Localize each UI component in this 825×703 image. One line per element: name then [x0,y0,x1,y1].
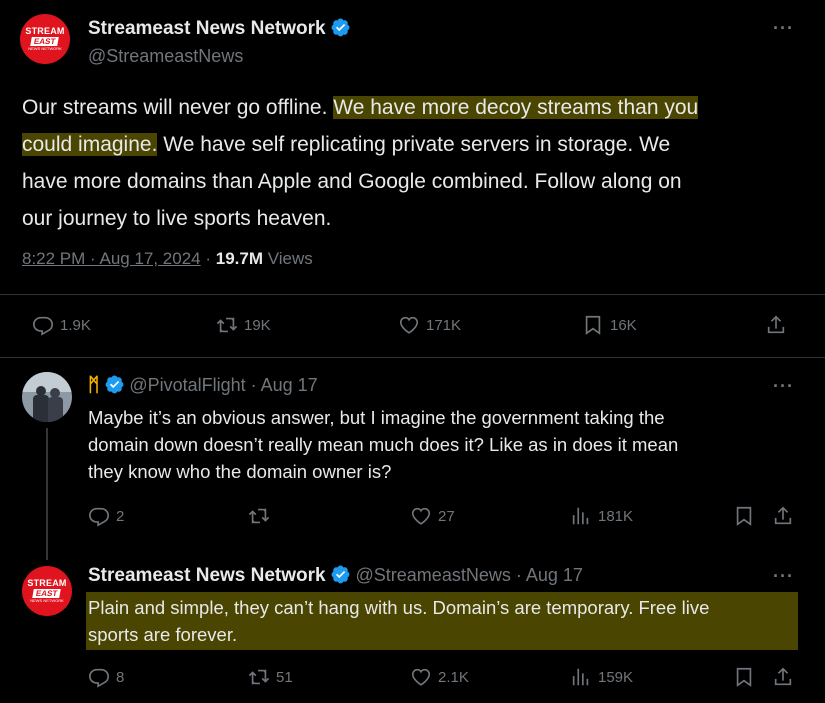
views-count: 19.7M [215,249,263,268]
repost-button[interactable]: 19K [216,314,271,336]
timestamp-link[interactable]: 8:22 PM · Aug 17, 2024 [22,249,201,268]
repost-count: 19K [244,316,271,334]
tweet-text: Our streams will never go offline. We ha… [22,96,699,230]
like-count: 2.1K [438,668,469,686]
avatar[interactable]: STREAM EAST NEWS NETWORK [20,14,70,64]
heart-icon [411,668,431,686]
like-button[interactable]: 27 [410,505,455,527]
highlighted-text: We have more decoy streams than you [333,96,699,119]
analytics-icon [572,507,589,525]
like-button[interactable]: 2.1K [410,666,469,688]
avatar[interactable] [22,372,72,422]
author-name[interactable]: Streameast News Network [88,565,326,586]
reply-date: · Aug 17 [245,375,318,395]
author-name[interactable]: ᛗ [88,375,99,396]
bookmark-button[interactable] [733,666,755,688]
repost-icon [216,317,238,333]
reply-header: ᛗ @PivotalFlight · Aug 17 [88,374,318,397]
views-count: 181K [598,507,634,525]
views-button[interactable]: 159K [570,666,633,688]
reply-count: 8 [116,668,125,686]
reply-text: Maybe it’s an obvious answer, but I imag… [88,407,679,482]
highlighted-text: Plain and simple, they can’t hang with u… [86,592,798,650]
repost-icon [248,669,270,685]
bookmark-icon [585,315,601,335]
bookmark-button[interactable]: 16K [582,314,637,336]
more-options-icon[interactable]: ··· [773,376,794,397]
share-button[interactable] [765,314,787,336]
more-options-icon[interactable]: ··· [773,566,794,587]
reply-header: Streameast News Network @StreameastNews … [88,564,583,587]
like-count: 171K [426,316,462,334]
tweet-meta: 8:22 PM · Aug 17, 2024 · 19.7M Views [22,249,313,268]
bookmark-icon [736,667,752,687]
reply-button[interactable]: 2 [88,505,124,527]
author-header: Streameast News Network [88,17,351,40]
more-options-icon[interactable]: ··· [773,18,794,39]
avatar-figure [48,397,63,422]
thread-line [46,428,48,560]
reply-count: 2 [116,507,125,525]
bookmark-count: 16K [610,316,637,334]
avatar[interactable]: STREAM EAST NEWS NETWORK [22,566,72,616]
share-button[interactable] [772,666,794,688]
reply-button[interactable]: 1.9K [32,314,91,336]
heart-icon [411,507,431,525]
reply-date: · Aug 17 [510,565,583,585]
reply-button[interactable]: 8 [88,666,124,688]
avatar-figure [33,395,49,422]
divider [0,357,825,358]
divider [0,294,825,295]
like-button[interactable]: 171K [398,314,461,336]
author-handle[interactable]: @StreameastNews [356,565,511,585]
verified-badge-icon [331,565,350,584]
share-icon [774,506,792,525]
author-name[interactable]: Streameast News Network [88,18,326,39]
verified-badge-icon [105,375,124,394]
bookmark-button[interactable] [733,505,755,527]
repost-count: 51 [276,668,293,686]
author-handle[interactable]: @StreameastNews [88,46,243,67]
repost-icon [248,508,270,524]
reply-icon [33,316,53,336]
analytics-icon [572,668,589,686]
repost-button[interactable]: 51 [248,666,293,688]
avatar-sky [22,372,72,392]
bookmark-icon [736,506,752,526]
highlighted-text: could imagine. [22,133,158,156]
share-icon [774,667,792,686]
reply-count: 1.9K [60,316,91,334]
heart-icon [399,316,419,334]
verified-badge-icon [331,18,350,37]
reply-icon [89,668,109,688]
share-button[interactable] [772,505,794,527]
author-handle[interactable]: @PivotalFlight [129,375,245,395]
like-count: 27 [438,507,455,525]
repost-button[interactable] [248,505,270,527]
reply-icon [89,507,109,527]
views-button[interactable]: 181K [570,505,633,527]
views-count: 159K [598,668,634,686]
share-icon [767,315,785,334]
